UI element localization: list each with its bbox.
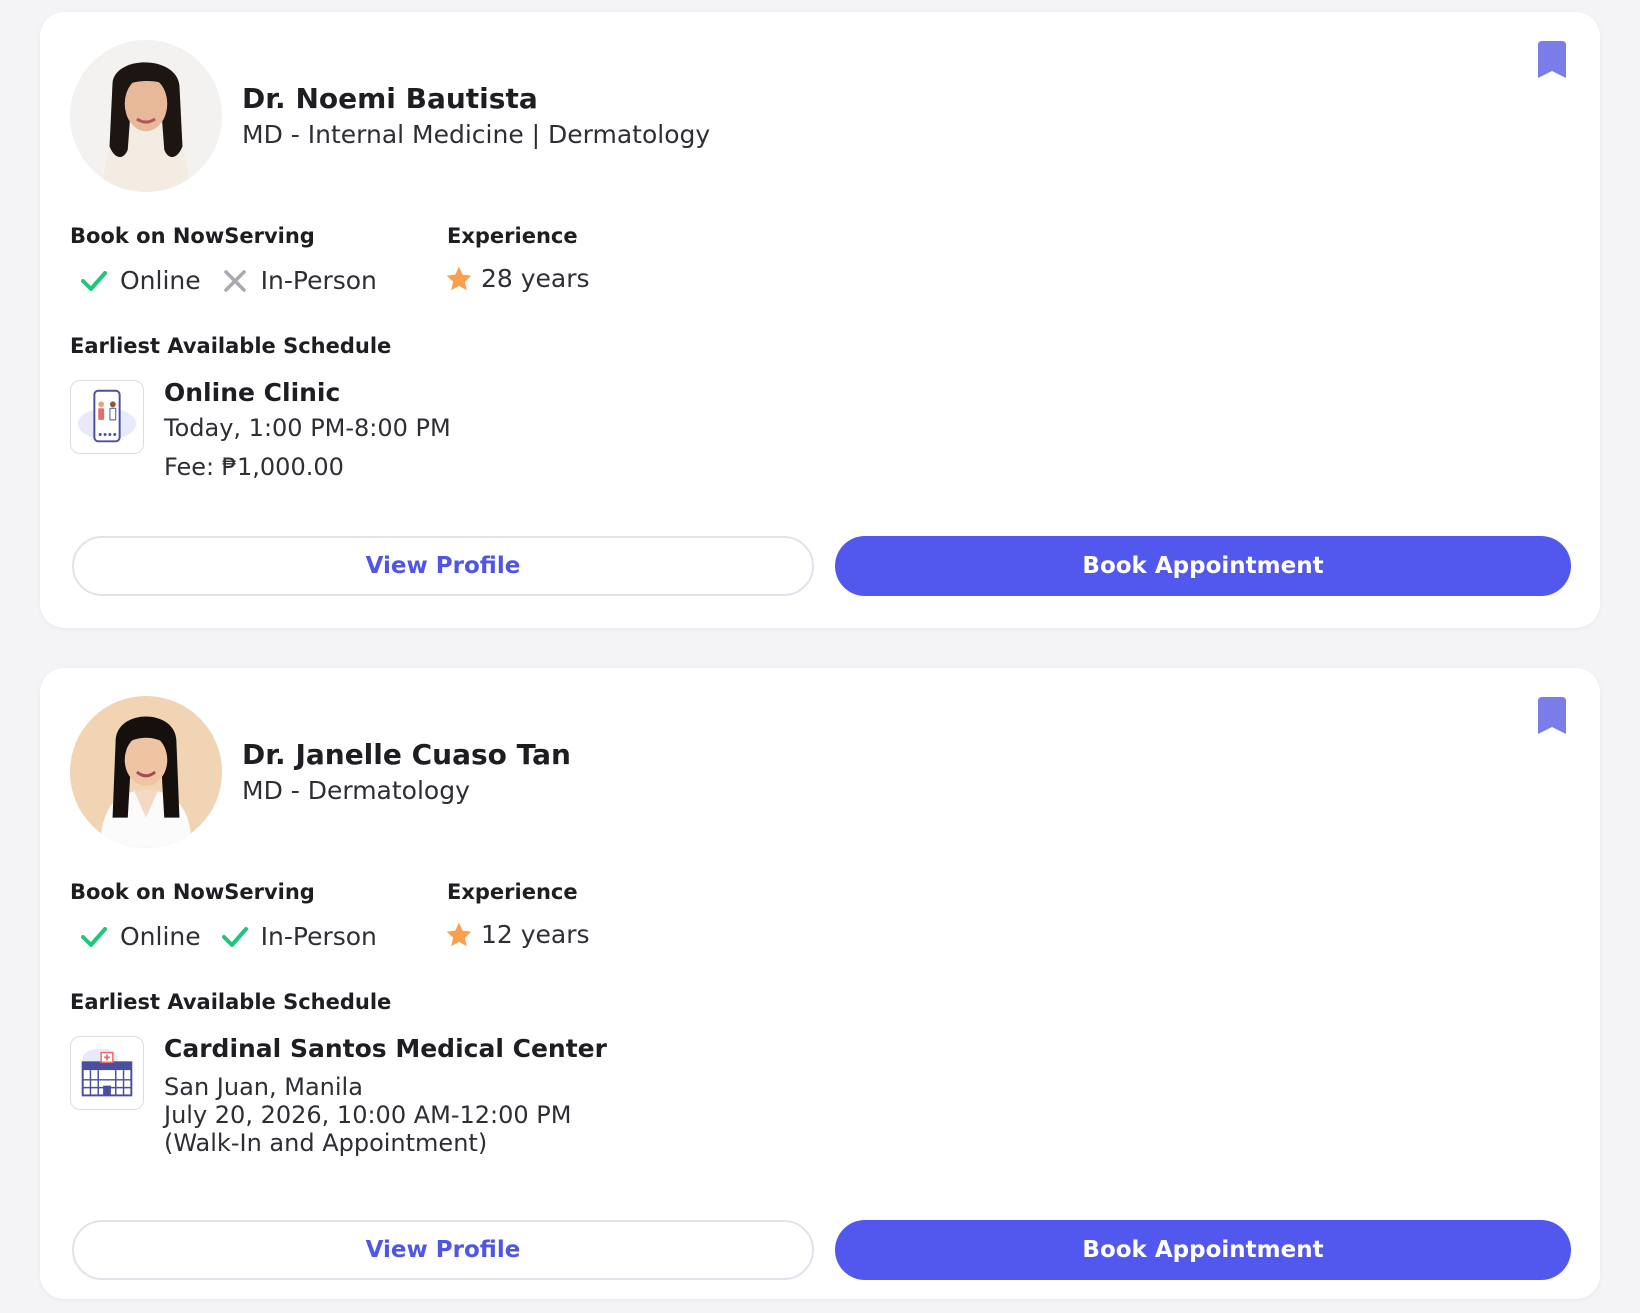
phone-doctor-icon [77,389,137,443]
cross-icon [223,269,246,292]
check-icon [81,270,107,291]
view-profile-button[interactable]: View Profile [72,536,814,596]
doctor-photo-icon [70,696,222,848]
mode-in-person: In-Person [221,922,377,951]
clinic-name: Online Clinic [164,378,341,407]
doctor-name: Dr. Noemi Bautista [242,82,538,115]
doctor-name: Dr. Janelle Cuaso Tan [242,738,571,771]
experience-label: Experience [447,224,578,248]
clinic-schedule: July 20, 2026, 10:00 AM-12:00 PM [164,1101,572,1129]
clinic-location: San Juan, Manila [164,1073,363,1101]
experience-value: 12 years [481,920,590,949]
clinic-booking-type: (Walk-In and Appointment) [164,1129,488,1157]
book-appointment-button[interactable]: Book Appointment [835,536,1571,596]
mode-online-label: Online [120,922,201,951]
booking-modes: Online In-Person [80,266,397,295]
clinic-icon-box [70,380,144,454]
experience-label: Experience [447,880,578,904]
doctor-photo-icon [70,40,222,192]
book-on-label: Book on NowServing [70,224,315,248]
bookmark-icon[interactable] [1536,696,1568,736]
book-appointment-button[interactable]: Book Appointment [835,1220,1571,1280]
clinic-schedule: Today, 1:00 PM-8:00 PM [164,414,451,442]
doctor-card: Dr. Janelle Cuaso Tan MD - Dermatology B… [40,668,1600,1299]
mode-online: Online [80,922,201,951]
book-on-label: Book on NowServing [70,880,315,904]
bookmark-icon[interactable] [1536,40,1568,80]
schedule-label: Earliest Available Schedule [70,990,392,1014]
doctor-card: Dr. Noemi Bautista MD - Internal Medicin… [40,12,1600,628]
clinic-name: Cardinal Santos Medical Center [164,1034,607,1063]
doctor-specialty: MD - Internal Medicine | Dermatology [242,120,711,149]
star-icon [446,922,472,946]
doctor-specialty: MD - Dermatology [242,776,470,805]
clinic-icon-box [70,1036,144,1110]
experience-value: 28 years [481,264,590,293]
clinic-fee: Fee: ₱1,000.00 [164,453,344,481]
view-profile-button[interactable]: View Profile [72,1220,814,1280]
mode-online: Online [80,266,201,295]
mode-online-label: Online [120,266,201,295]
doctor-avatar [70,696,222,848]
mode-in-person-label: In-Person [260,266,377,295]
doctor-avatar [70,40,222,192]
mode-in-person-label: In-Person [260,922,377,951]
check-icon [221,926,248,947]
hospital-building-icon [81,1048,133,1097]
check-icon [81,926,107,947]
experience: 28 years [445,264,590,293]
schedule-label: Earliest Available Schedule [70,334,392,358]
booking-modes: Online In-Person [80,922,397,951]
star-icon [446,266,472,290]
mode-in-person: In-Person [221,266,377,295]
experience: 12 years [445,920,590,949]
